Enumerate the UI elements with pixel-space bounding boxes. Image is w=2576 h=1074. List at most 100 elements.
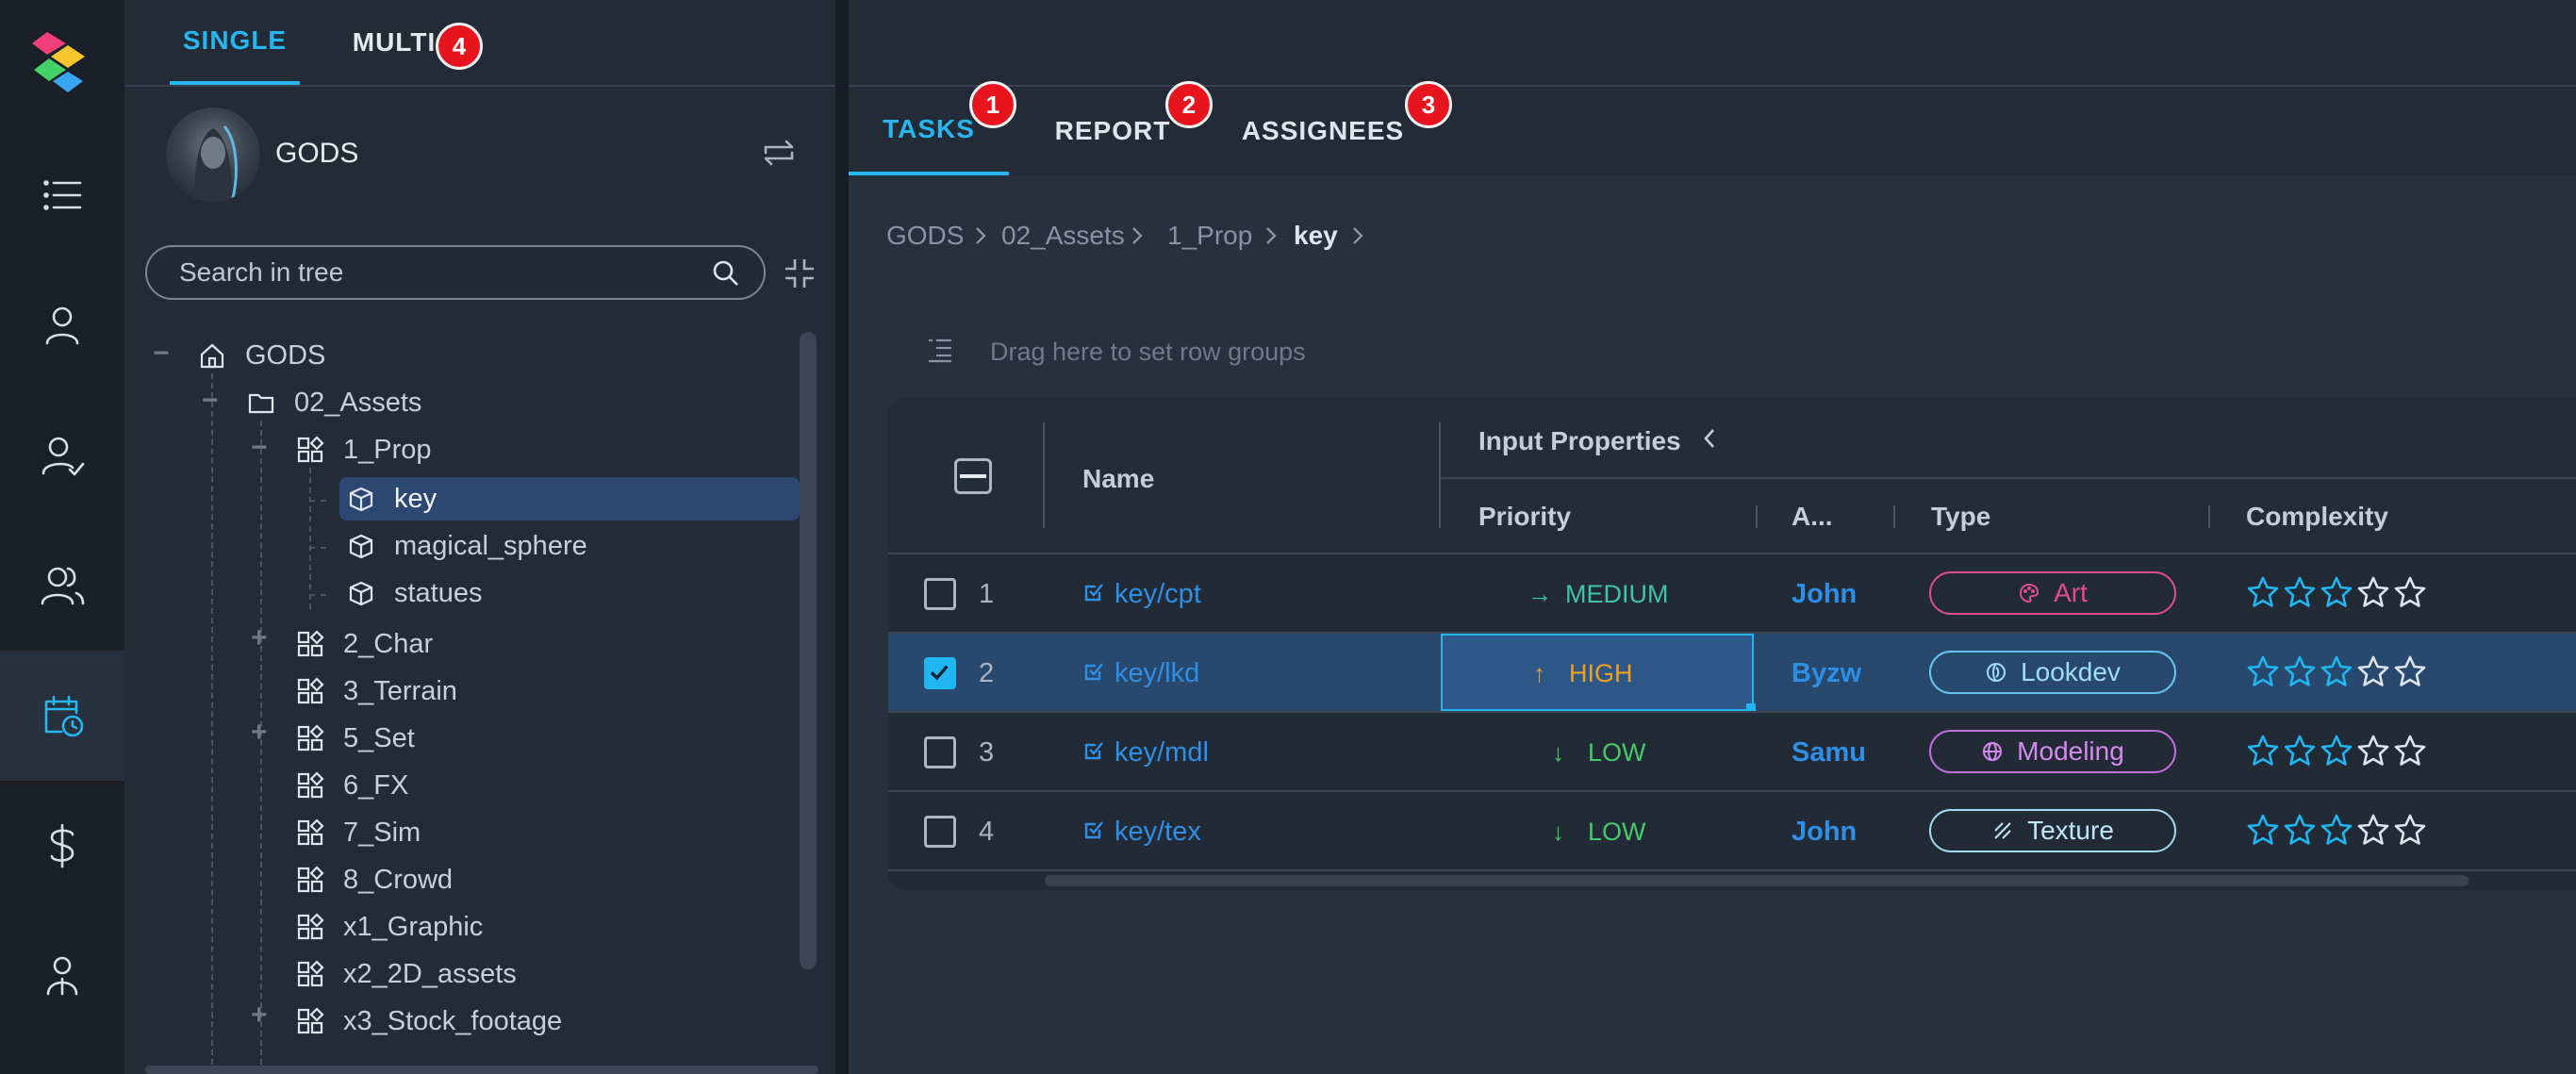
tree-item-8-crowd[interactable]: 8_Crowd <box>296 858 453 901</box>
nav-list[interactable] <box>0 130 124 260</box>
star-empty-icon[interactable] <box>2393 734 2427 768</box>
tab-report[interactable]: REPORT <box>1049 87 1177 175</box>
col-header-type[interactable]: Type <box>1931 502 1990 532</box>
tree-expander[interactable]: + <box>251 622 268 654</box>
tree-item-statues[interactable]: statues <box>347 571 483 615</box>
tree-item-x2-2d-assets[interactable]: x2_2D_assets <box>296 952 517 996</box>
row-checkbox[interactable] <box>924 578 956 610</box>
star-empty-icon[interactable] <box>2393 575 2427 609</box>
tree-item-magical-sphere[interactable]: magical_sphere <box>347 524 587 568</box>
star-empty-icon[interactable] <box>2356 734 2390 768</box>
tree-item-x1-graphic[interactable]: x1_Graphic <box>296 905 483 949</box>
tree-item-3-terrain[interactable]: 3_Terrain <box>296 669 457 713</box>
tree-search-input[interactable] <box>145 245 766 300</box>
collapse-icon[interactable] <box>783 256 817 290</box>
tree-item-02-assets[interactable]: 02_Assets <box>247 381 421 424</box>
task-name-link[interactable]: key/cpt <box>1115 554 1201 634</box>
complexity-rating[interactable] <box>2246 734 2427 768</box>
col-header-name[interactable]: Name <box>1082 464 1154 494</box>
tree-item-6-fx[interactable]: 6_FX <box>296 764 408 807</box>
tree-item-5-set[interactable]: 5_Set <box>296 717 415 760</box>
star-empty-icon[interactable] <box>2356 813 2390 847</box>
col-header-priority[interactable]: Priority <box>1478 502 1571 532</box>
tree-expander[interactable]: − <box>251 432 268 464</box>
tab-multi[interactable]: MULTI <box>338 0 451 85</box>
priority-value[interactable]: LOW <box>1588 792 1646 871</box>
star-filled-icon[interactable] <box>2320 654 2353 688</box>
select-all-checkbox[interactable] <box>954 458 992 494</box>
complexity-rating[interactable] <box>2246 575 2427 609</box>
nav-schedule[interactable] <box>0 651 124 781</box>
priority-value[interactable]: MEDIUM <box>1565 554 1669 634</box>
grid-horizontal-scrollbar[interactable] <box>1045 875 2469 886</box>
col-header-complexity[interactable]: Complexity <box>2246 502 2388 532</box>
nav-user-check[interactable] <box>0 390 124 520</box>
star-filled-icon[interactable] <box>2320 813 2353 847</box>
tree-item-x3-stock-footage[interactable]: x3_Stock_footage <box>296 1000 562 1043</box>
assignee-name[interactable]: John <box>1792 792 1867 871</box>
panel-splitter[interactable] <box>835 0 849 1074</box>
star-filled-icon[interactable] <box>2320 734 2353 768</box>
search-icon[interactable] <box>711 258 741 289</box>
table-row[interactable]: 4 key/tex ↓ LOW John Texture <box>888 790 2576 869</box>
star-filled-icon[interactable] <box>2246 575 2280 609</box>
tab-assignees[interactable]: ASSIGNEES <box>1242 87 1403 175</box>
row-group-hint[interactable]: Drag here to set row groups <box>990 338 1306 367</box>
task-name-link[interactable]: key/lkd <box>1115 634 1199 713</box>
tree-item-gods[interactable]: GODS <box>198 334 325 377</box>
star-empty-icon[interactable] <box>2356 654 2390 688</box>
row-checkbox[interactable] <box>924 816 956 848</box>
tree-item-key[interactable]: key <box>339 477 800 520</box>
star-filled-icon[interactable] <box>2283 654 2317 688</box>
star-filled-icon[interactable] <box>2246 734 2280 768</box>
tree-item-1-prop[interactable]: 1_Prop <box>296 428 432 471</box>
row-checkbox[interactable] <box>924 657 956 689</box>
star-filled-icon[interactable] <box>2246 654 2280 688</box>
star-filled-icon[interactable] <box>2320 575 2353 609</box>
table-row[interactable]: 3 key/mdl ↓ LOW Samu Modeling <box>888 711 2576 790</box>
col-header-assignee[interactable]: A... <box>1792 502 1833 532</box>
priority-value[interactable]: LOW <box>1588 713 1646 792</box>
star-filled-icon[interactable] <box>2283 575 2317 609</box>
type-pill[interactable]: Art <box>1929 571 2176 615</box>
nav-team[interactable] <box>0 520 124 651</box>
assignee-name[interactable]: John <box>1792 554 1867 634</box>
chevron-left-icon[interactable] <box>1699 424 1720 453</box>
table-row[interactable]: 1 key/cpt → MEDIUM John Art <box>888 553 2576 632</box>
tree-item-2-char[interactable]: 2_Char <box>296 622 433 666</box>
breadcrumb-item[interactable]: 02_Assets <box>1001 217 1125 255</box>
group-header-input-properties[interactable]: Input Properties <box>1478 426 1681 456</box>
star-filled-icon[interactable] <box>2283 813 2317 847</box>
complexity-rating[interactable] <box>2246 813 2427 847</box>
star-filled-icon[interactable] <box>2283 734 2317 768</box>
star-empty-icon[interactable] <box>2393 654 2427 688</box>
priority-value[interactable]: HIGH <box>1569 634 1633 713</box>
tree-horizontal-scrollbar[interactable] <box>145 1066 818 1074</box>
type-pill[interactable]: Modeling <box>1929 730 2176 773</box>
type-pill[interactable]: Texture <box>1929 809 2176 852</box>
type-pill[interactable]: Lookdev <box>1929 651 2176 694</box>
tree-vertical-scrollbar[interactable] <box>800 332 817 969</box>
breadcrumb-item[interactable]: 1_Prop <box>1167 217 1252 255</box>
task-name-link[interactable]: key/mdl <box>1115 713 1209 792</box>
star-empty-icon[interactable] <box>2393 813 2427 847</box>
tree-item-7-sim[interactable]: 7_Sim <box>296 811 421 854</box>
row-checkbox[interactable] <box>924 736 956 768</box>
nav-people[interactable] <box>0 911 124 1041</box>
star-filled-icon[interactable] <box>2246 813 2280 847</box>
tree-expander[interactable]: + <box>251 717 268 749</box>
tree-expander[interactable]: − <box>153 338 170 370</box>
assignee-name[interactable]: Samu <box>1792 713 1867 792</box>
tree-expander[interactable]: + <box>251 1000 268 1032</box>
table-row[interactable]: 2 key/lkd ↑ HIGH Byzw Lookdev <box>888 632 2576 713</box>
nav-budget[interactable] <box>0 781 124 911</box>
task-name-link[interactable]: key/tex <box>1115 792 1201 871</box>
complexity-rating[interactable] <box>2246 654 2427 688</box>
tab-single[interactable]: SINGLE <box>170 0 300 85</box>
nav-user[interactable] <box>0 260 124 390</box>
swap-icon[interactable] <box>758 132 800 173</box>
assignee-name[interactable]: Byzw <box>1792 634 1867 713</box>
app-logo[interactable] <box>28 28 91 100</box>
star-empty-icon[interactable] <box>2356 575 2390 609</box>
breadcrumb-item[interactable]: GODS <box>886 217 964 255</box>
